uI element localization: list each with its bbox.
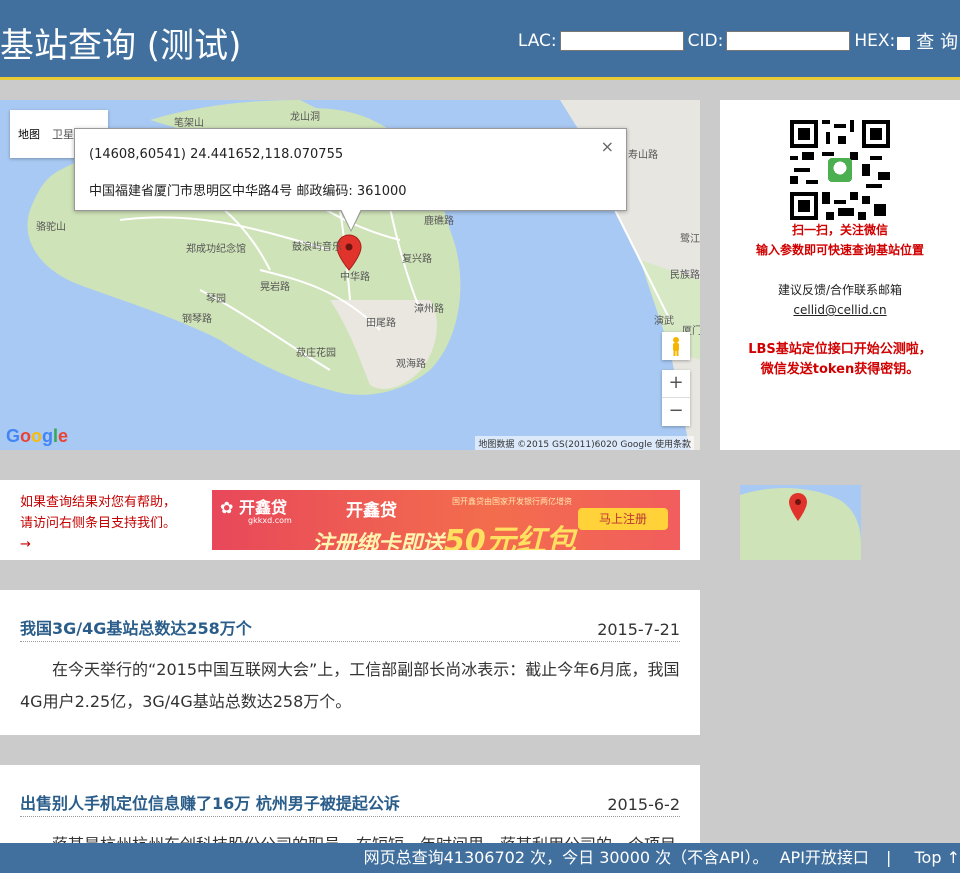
google-logo: Google [6,426,69,446]
map-label: 复兴路 [402,254,432,265]
support-text: 如果查询结果对您有帮助， 请访问右侧条目支持我们。 → [20,492,200,555]
mini-map[interactable] [740,485,861,560]
footer-separator: | [886,848,892,867]
ad-logo: ✿ 开鑫贷 gkkxd.com [220,494,292,525]
qr-code-icon [790,120,890,220]
article-header: 我国3G/4G基站总数达258万个 2015-7-21 [20,590,680,642]
ad-logo-text: 开鑫贷 [238,498,287,517]
zoom-control: + − [662,370,690,426]
map-label: 寿山路 [628,150,658,161]
query-stats: 网页总查询41306702 次，今日 30000 次（不含API）。 [363,848,769,867]
zoom-out-button[interactable]: − [662,398,690,426]
support-text-line2: 请访问右侧条目支持我们。 [20,516,177,531]
lac-input[interactable] [559,31,684,51]
close-icon[interactable]: × [601,137,614,156]
article-header: 出售别人手机定位信息赚了16万 杭州男子被提起公诉 2015-6-2 [20,765,680,817]
hex-label: HEX: [854,31,896,51]
hex-checkbox[interactable] [897,36,911,50]
scan-text: 扫一扫，关注微信 [791,223,888,237]
ad-banner[interactable]: ✿ 开鑫贷 gkkxd.com 开鑫贷 国开鑫贷由国家开发银行两亿增资 注册绑卡… [212,490,680,550]
article-date: 2015-7-21 [597,620,680,639]
zoom-in-button[interactable]: + [662,370,690,398]
map-label: 鼓浪屿音乐 [292,242,342,253]
header: 基站查询 (测试) LAC: CID: HEX: 查 询 [0,0,960,80]
map-label: 笔架山 [174,118,204,129]
back-to-top-link[interactable]: Top ↑ [915,848,960,867]
article-title[interactable]: 出售别人手机定位信息赚了16万 杭州男子被提起公诉 [20,790,400,814]
ad-slogan: 注册绑卡即送50元红包 [312,516,576,550]
email-link[interactable]: cellid@cellid.cn [793,303,886,317]
footer-bar: 网页总查询41306702 次，今日 30000 次（不含API）。 API开放… [0,843,960,873]
map-attribution[interactable]: 地图数据 ©2015 GS(2011)6020 Google 使用条款 [475,436,694,450]
side-panel: 扫一扫，关注微信 输入参数即可快速查询基站位置 建议反馈/合作联系邮箱 cell… [720,100,960,450]
pegman-icon[interactable] [662,332,690,360]
info-address: 中国福建省厦门市思明区中华路4号 邮政编码: 361000 [89,184,407,199]
map-label: 演武 [654,316,674,327]
article-date: 2015-6-2 [607,795,680,814]
article-title[interactable]: 我国3G/4G基站总数达258万个 [20,615,252,639]
cid-input[interactable] [726,31,851,51]
map-label: 菽庄花园 [296,348,336,359]
map-label: 龙山洞 [290,112,320,123]
map-label: 鹭江 [680,234,700,245]
ad-logo-icon: ✿ [220,498,234,517]
api-link[interactable]: API开放接口 [780,848,869,867]
lac-label: LAC: [517,31,557,51]
map-label: 观海路 [396,359,426,370]
map-label: 钢琴路 [182,314,212,325]
feedback-label: 建议反馈/合作联系邮箱 [777,283,903,297]
map-label: 漳州路 [414,304,444,315]
ad-register-button[interactable]: 马上注册 [578,508,668,530]
query-button[interactable]: 查 询 [916,28,958,54]
ad-slogan-big: 50元红包 [444,524,576,550]
ad-box: 如果查询结果对您有帮助， 请访问右侧条目支持我们。 → ✿ 开鑫贷 gkkxd.… [0,480,700,560]
map[interactable]: 笔架山 龙山洞 郑成功纪念馆 鼓浪屿音乐 中华路 晃岩路 琴园 田尾路 漳州路 … [0,100,700,450]
map-label: 民族路 [670,270,700,281]
article-body: 在今天举行的“2015中国互联网大会”上，工信部副部长尚冰表示：截止今年6月底，… [20,660,680,711]
map-label: 田尾路 [366,318,396,329]
map-label: 琴园 [206,294,226,305]
map-label: 郑成功纪念馆 [186,244,246,255]
map-label: 骆驼山 [36,222,66,233]
map-label: 中华路 [340,272,370,283]
map-label: 鹿礁路 [424,216,454,227]
ad-slogan-text: 注册绑卡即送 [312,532,445,550]
site-title: 基站查询 (测试) [0,26,242,66]
api-notice-1: LBS基站定位接口开始公测啦， [748,342,932,357]
scan-subtext: 输入参数即可快速查询基站位置 [755,243,924,257]
support-text-line1: 如果查询结果对您有帮助， [20,495,177,510]
api-notice-2: 微信发送token获得密钥。 [760,362,920,377]
map-type-map-button[interactable]: 地图 [10,126,48,142]
info-window-tail-inner [341,209,361,230]
cid-label: CID: [687,31,724,51]
ad-logo-url: gkkxd.com [248,516,292,525]
mini-map-image [740,485,861,560]
article-card: 我国3G/4G基站总数达258万个 2015-7-21 在今天举行的“2015中… [0,590,700,735]
info-coords: (14608,60541) 24.441652,118.070755 [89,147,344,162]
arrow-right-icon: → [20,537,31,552]
map-label: 晃岩路 [260,282,290,293]
ad-small-text: 国开鑫贷由国家开发银行两亿增资 [452,497,572,506]
search-bar: LAC: CID: HEX: 查 询 [518,28,960,54]
info-window: (14608,60541) 24.441652,118.070755 中国福建省… [74,128,627,211]
